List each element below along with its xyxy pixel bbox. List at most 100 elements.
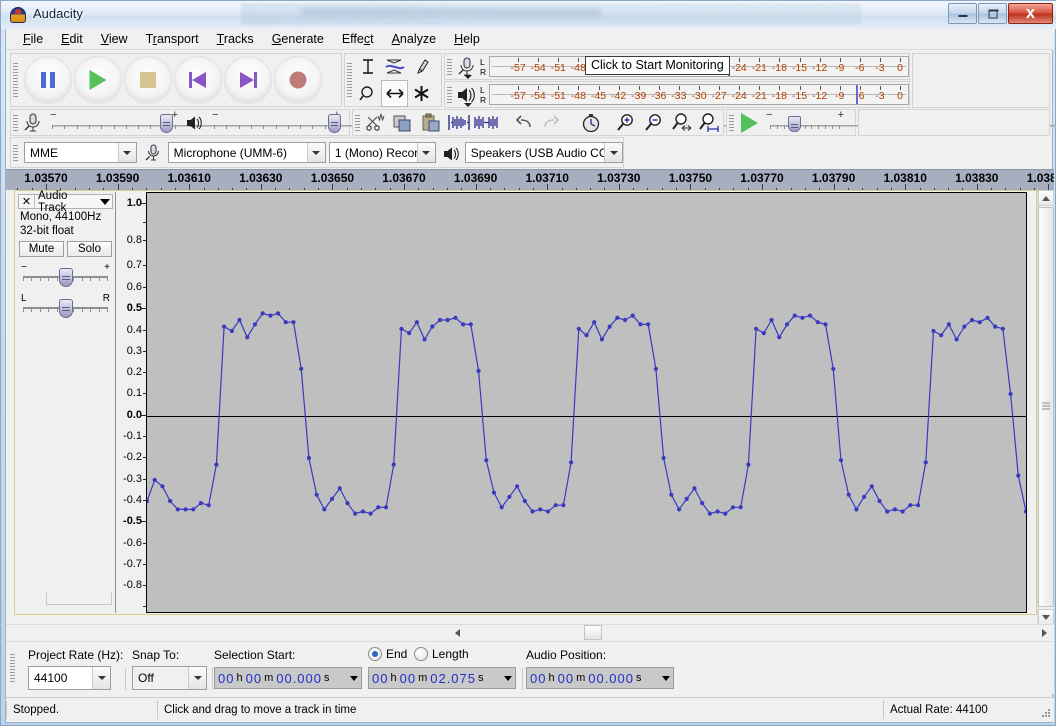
silence-audio-button[interactable] (473, 110, 501, 135)
maximize-button[interactable] (978, 3, 1007, 24)
undo-button[interactable] (510, 110, 538, 135)
menu-file[interactable]: File (14, 30, 52, 48)
sync-lock-button[interactable] (577, 110, 605, 135)
horizontal-scroll-thumb[interactable] (584, 625, 602, 640)
trim-audio-button[interactable] (445, 110, 473, 135)
menu-edit[interactable]: Edit (52, 30, 92, 48)
snap-to-combo[interactable]: Off (132, 666, 207, 690)
waveform-sample-point (846, 492, 851, 497)
scroll-up-button[interactable] (1038, 190, 1054, 206)
waveform-display[interactable] (146, 192, 1027, 613)
menu-analyze[interactable]: Analyze (383, 30, 445, 48)
skip-to-end-button[interactable] (224, 56, 272, 104)
recording-slider-thumb[interactable] (160, 113, 173, 133)
track-gain-slider[interactable]: − + (21, 262, 110, 288)
audio-position-spinner[interactable] (660, 669, 672, 687)
recording-channels-combo[interactable]: 1 (Mono) Recor (328, 142, 436, 163)
chevron-down-icon[interactable] (92, 667, 110, 689)
playback-volume-slider[interactable]: − + (206, 109, 1056, 134)
end-radio[interactable]: End (368, 647, 407, 661)
recording-volume-slider[interactable]: − + (44, 109, 1056, 134)
device-toolbar-grip[interactable] (11, 138, 20, 167)
menu-effect[interactable]: Effect (333, 30, 383, 48)
zoom-out-button[interactable] (640, 110, 668, 135)
record-button[interactable] (274, 56, 322, 104)
selection-tool[interactable] (354, 53, 381, 80)
audio-host-combo[interactable]: MME (24, 142, 137, 163)
recording-meter-grip[interactable] (445, 54, 454, 79)
close-button[interactable]: X (1008, 3, 1053, 24)
selection-start-spinner[interactable] (348, 669, 360, 687)
cut-button[interactable] (362, 110, 390, 135)
length-radio[interactable]: Length (414, 647, 469, 661)
copy-button[interactable] (390, 110, 418, 135)
scroll-down-button[interactable] (1038, 609, 1054, 625)
play-button[interactable] (74, 56, 122, 104)
selection-toolbar-grip[interactable] (8, 646, 17, 690)
track-close-button[interactable]: ✕ (19, 195, 35, 208)
track-menu-chevron-down-icon[interactable] (98, 199, 112, 205)
chevron-down-icon[interactable] (604, 143, 622, 162)
zoom-tool[interactable] (354, 80, 381, 107)
zoom-in-button[interactable] (613, 110, 641, 135)
tools-toolbar-grip[interactable] (345, 54, 354, 106)
selection-end-field[interactable]: 00 h 00 m 02.075 s (368, 667, 516, 689)
gain-slider-thumb[interactable] (58, 268, 73, 287)
chevron-down-icon[interactable] (306, 143, 325, 162)
window-resize-grip[interactable] (1041, 709, 1051, 719)
playback-slider-thumb[interactable] (328, 113, 341, 133)
timeline-label: 1.03570 (24, 171, 68, 185)
vertical-ruler[interactable]: 1.0 0.8 0.7 0.6 0.5 0.4 0.3 0.2 0.1 0.0 -0.1 -0.2 -0… (116, 192, 146, 613)
playback-device-combo[interactable]: Speakers (USB Audio CODE (464, 142, 623, 163)
playback-meter-grip[interactable] (445, 82, 454, 107)
menu-generate[interactable]: Generate (263, 30, 333, 48)
chevron-down-icon[interactable] (117, 143, 136, 162)
time-shift-tool[interactable] (381, 80, 408, 107)
playback-meter-bar[interactable]: -57 -54 -51 -48 -45 -42 -39 -36 -33 -30 -27 -24 -21-… (489, 84, 909, 105)
project-rate-combo[interactable]: 44100 (28, 666, 111, 690)
draw-tool[interactable] (408, 53, 435, 80)
pause-button[interactable] (24, 56, 72, 104)
vertical-scrollbar[interactable] (1037, 190, 1054, 625)
horizontal-scrollbar[interactable] (6, 624, 1054, 641)
edit-toolbar-grip[interactable] (353, 110, 362, 135)
multi-tool[interactable] (408, 80, 435, 107)
skip-to-start-button[interactable] (174, 56, 222, 104)
menu-view[interactable]: View (92, 30, 137, 48)
vertical-scroll-thumb[interactable] (1038, 207, 1054, 607)
speed-slider-thumb[interactable] (788, 115, 801, 132)
playback-speed-slider[interactable]: − + (762, 109, 1056, 134)
track-resize-handle[interactable] (46, 592, 112, 605)
audio-position-field[interactable]: 00 h 00 m 00.000 s (526, 667, 674, 689)
timeline-ruler[interactable]: 1.03570 1.03590 1.03610 1.03630 1.03650 1.036… (6, 169, 1054, 192)
minimize-button[interactable] (948, 3, 977, 24)
mute-button[interactable]: Mute (19, 241, 64, 257)
pan-slider-thumb[interactable] (58, 299, 73, 318)
scroll-left-button[interactable] (449, 625, 465, 641)
scroll-right-button[interactable] (1036, 625, 1052, 641)
selection-end-spinner[interactable] (502, 669, 514, 687)
title-bar-reflection (241, 3, 861, 25)
chevron-down-icon[interactable] (188, 667, 206, 689)
playback-meter[interactable]: LR -57 -54 -51 -48 -45 -42 -39 -36 -33 -30 -27 -24-… (454, 83, 909, 107)
play-at-speed-grip[interactable] (727, 110, 736, 135)
meter-db-label: -15 (791, 90, 808, 102)
menu-tracks[interactable]: Tracks (208, 30, 263, 48)
play-at-speed-button[interactable] (736, 110, 762, 135)
selection-start-field[interactable]: 00 h 00 m 00.000 s (214, 667, 362, 689)
track-pan-slider[interactable]: L R (21, 293, 110, 319)
waveform-line (147, 312, 1026, 515)
recording-device-combo[interactable]: Microphone (UMM-6) (167, 142, 326, 163)
paste-button[interactable] (417, 110, 445, 135)
fit-project-button[interactable] (695, 110, 723, 135)
menu-transport[interactable]: Transport (137, 30, 208, 48)
menu-help[interactable]: Help (445, 30, 489, 48)
transport-toolbar-grip[interactable] (11, 54, 20, 106)
fit-selection-button[interactable] (668, 110, 696, 135)
mixer-toolbar-grip[interactable] (11, 110, 20, 135)
solo-button[interactable]: Solo (67, 241, 112, 257)
envelope-tool[interactable] (381, 53, 408, 80)
chevron-down-icon[interactable] (416, 143, 435, 162)
redo-button[interactable] (538, 110, 566, 135)
stop-button[interactable] (124, 56, 172, 104)
